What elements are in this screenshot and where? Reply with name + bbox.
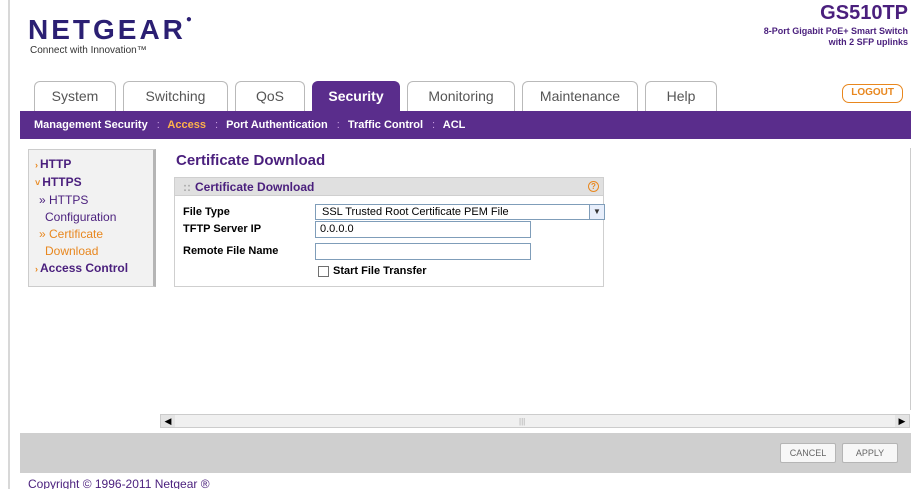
certificate-download-panel: :: Certificate Download ? File Type SSL T…	[174, 177, 605, 287]
tagline: Connect with Innovation™	[30, 45, 147, 56]
tab-security[interactable]: Security	[312, 81, 400, 111]
tftp-server-ip-label: TFTP Server IP	[183, 223, 262, 235]
apply-button[interactable]: APPLY	[842, 443, 898, 463]
model-description: 8-Port Gigabit PoE+ Smart Switch with 2 …	[763, 26, 908, 47]
tab-switching[interactable]: Switching	[123, 81, 228, 111]
subnav-access[interactable]: Access	[167, 119, 206, 131]
start-file-transfer-checkbox[interactable]	[318, 266, 329, 277]
copyright-text: Copyright © 1996-2011 Netgear ®	[28, 477, 210, 489]
horizontal-scrollbar[interactable]: ◀ ||| ▶	[160, 414, 910, 428]
footer-bar: CANCEL APPLY	[20, 433, 911, 473]
chevron-down-icon: ˅	[35, 178, 41, 188]
leftnav-https-configuration[interactable]: » HTTPS Configuration	[29, 192, 153, 226]
tab-help[interactable]: Help	[645, 81, 717, 111]
main-content: Certificate Download :: Certificate Downl…	[166, 148, 904, 418]
leftnav-https[interactable]: ˅ HTTPS	[29, 174, 153, 192]
left-navigation: › HTTP ˅ HTTPS » HTTPS Configuration » Cer…	[28, 149, 156, 287]
scroll-right-icon[interactable]: ▶	[895, 415, 909, 427]
cancel-button[interactable]: CANCEL	[780, 443, 836, 463]
tftp-server-ip-input[interactable]: 0.0.0.0	[315, 221, 531, 238]
logout-button[interactable]: LOGOUT	[842, 84, 903, 103]
tab-maintenance[interactable]: Maintenance	[522, 81, 638, 111]
file-type-select[interactable]: SSL Trusted Root Certificate PEM File ▼	[315, 204, 605, 220]
file-type-label: File Type	[183, 206, 230, 218]
chevron-down-icon[interactable]: ▼	[589, 205, 604, 219]
start-file-transfer-label: Start File Transfer	[333, 265, 427, 277]
help-icon[interactable]: ?	[588, 181, 599, 192]
chevron-right-icon: ›	[35, 160, 38, 170]
remote-file-name-label: Remote File Name	[183, 245, 279, 257]
leftnav-http[interactable]: › HTTP	[29, 156, 153, 174]
model-name: GS510TP	[820, 2, 908, 24]
security-subnav: Management Security: Access: Port Authen…	[20, 111, 911, 139]
subnav-traffic-control[interactable]: Traffic Control	[348, 119, 423, 131]
leftnav-certificate-download[interactable]: » Certificate Download	[29, 226, 153, 260]
tab-system[interactable]: System	[34, 81, 116, 111]
tab-qos[interactable]: QoS	[235, 81, 305, 111]
chevron-right-icon: ›	[35, 264, 38, 274]
subnav-management-security[interactable]: Management Security	[34, 119, 148, 131]
subnav-acl[interactable]: ACL	[443, 119, 466, 131]
leftnav-access-control[interactable]: › Access Control	[29, 260, 153, 278]
panel-header: :: Certificate Download ?	[175, 178, 603, 196]
scroll-left-icon[interactable]: ◀	[161, 415, 175, 427]
remote-file-name-input[interactable]	[315, 243, 531, 260]
netgear-logo: NETGEAR●	[28, 14, 195, 45]
page-title: Certificate Download	[176, 152, 326, 169]
tab-monitoring[interactable]: Monitoring	[407, 81, 515, 111]
subnav-port-authentication[interactable]: Port Authentication	[226, 119, 328, 131]
drag-handle-icon: ::	[183, 180, 191, 194]
app-frame: NETGEAR● Connect with Innovation™ GS510T…	[8, 0, 911, 489]
scroll-grip-icon: |||	[519, 417, 526, 426]
